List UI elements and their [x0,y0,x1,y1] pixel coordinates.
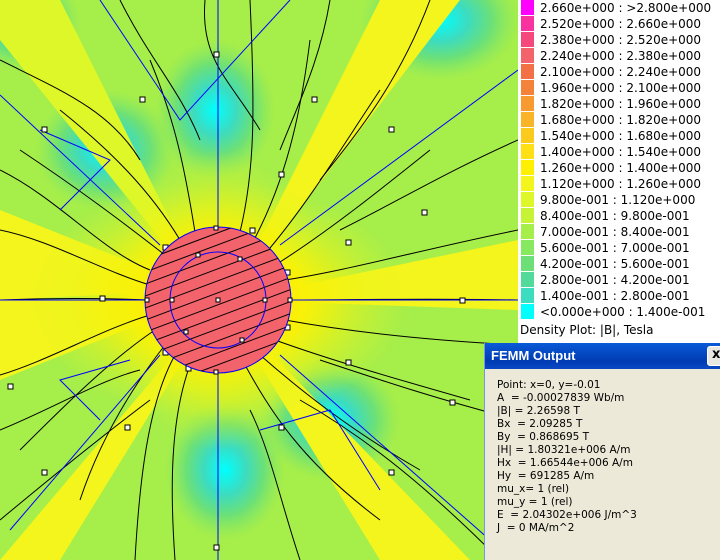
femm-output-window[interactable]: FEMM Output x Point: x=0, y=-0.01 A = -0.… [484,343,720,560]
legend-swatch [521,16,534,31]
legend-label: 1.960e+000 : 2.100e+000 [540,81,702,95]
legend-label: 1.400e-001 : 2.800e-001 [540,289,690,303]
legend-row: 8.400e-001 : 9.800e-001 [518,208,720,224]
legend-label: 9.800e-001 : 1.120e+000 [540,193,696,207]
readout-line: |H| = 1.80321e+006 A/m [497,444,631,456]
legend-label: 1.540e+000 : 1.680e+000 [540,129,702,143]
legend-label: 2.100e+000 : 2.240e+000 [540,65,702,79]
legend-label: 8.400e-001 : 9.800e-001 [540,209,690,223]
readout-line: J = 0 MA/m^2 [497,522,575,534]
readout-line: By = 0.868695 T [497,431,590,443]
density-legend: 2.660e+000 : >2.800e+000 2.520e+000 : 2.6… [518,0,720,343]
readout-line: Hy = 691285 A/m [497,470,595,482]
legend-swatch [521,256,534,271]
readout-line: Point: x=0, y=-0.01 [497,379,601,391]
readout-line: Bx = 2.09285 T [497,418,583,430]
legend-swatch [521,192,534,207]
legend-row: 1.120e+000 : 1.260e+000 [518,176,720,192]
legend-label: 1.260e+000 : 1.400e+000 [540,161,702,175]
legend-caption: Density Plot: |B|, Tesla [520,323,654,337]
output-readout: Point: x=0, y=-0.01 A = -0.00027839 Wb/m |… [497,379,637,535]
legend-swatch [521,0,534,15]
legend-row: 2.800e-001 : 4.200e-001 [518,272,720,288]
legend-swatch [521,48,534,63]
legend-label: <0.000e+000 : 1.400e-001 [540,305,706,319]
legend-row: <0.000e+000 : 1.400e-001 [518,304,720,320]
legend-swatch [521,240,534,255]
legend-swatch [521,224,534,239]
legend-label: 2.240e+000 : 2.380e+000 [540,49,702,63]
legend-swatch [521,208,534,223]
legend-label: 7.000e-001 : 8.400e-001 [540,225,690,239]
legend-label: 2.800e-001 : 4.200e-001 [540,273,690,287]
legend-row: 2.100e+000 : 2.240e+000 [518,64,720,80]
legend-row: 1.400e+000 : 1.540e+000 [518,144,720,160]
legend-swatch [521,80,534,95]
readout-line: Hx = 1.66544e+006 A/m [497,457,633,469]
legend-label: 2.660e+000 : >2.800e+000 [540,1,712,15]
legend-row: 1.960e+000 : 2.100e+000 [518,80,720,96]
legend-row: 7.000e-001 : 8.400e-001 [518,224,720,240]
legend-row: 2.520e+000 : 2.660e+000 [518,16,720,32]
readout-line: |B| = 2.26598 T [497,405,580,417]
legend-row: 5.600e-001 : 7.000e-001 [518,240,720,256]
readout-line: mu_x= 1 (rel) [497,483,570,495]
legend-row: 2.380e+000 : 2.520e+000 [518,32,720,48]
legend-swatch [521,112,534,127]
legend-label: 1.120e+000 : 1.260e+000 [540,177,702,191]
legend-label: 5.600e-001 : 7.000e-001 [540,241,690,255]
output-title: FEMM Output [491,348,576,363]
legend-swatch [521,32,534,47]
legend-swatch [521,272,534,287]
legend-row: 1.260e+000 : 1.400e+000 [518,160,720,176]
close-button[interactable]: x [707,346,720,366]
output-titlebar[interactable]: FEMM Output x [485,343,720,369]
readout-line: mu_y = 1 (rel) [497,496,573,508]
close-icon: x [712,347,720,362]
legend-row: 1.400e-001 : 2.800e-001 [518,288,720,304]
legend-label: 2.520e+000 : 2.660e+000 [540,17,702,31]
legend-swatch [521,128,534,143]
legend-row: 9.800e-001 : 1.120e+000 [518,192,720,208]
readout-line: A = -0.00027839 Wb/m [497,392,625,404]
legend-swatch [521,64,534,79]
legend-row: 2.240e+000 : 2.380e+000 [518,48,720,64]
legend-row: 1.820e+000 : 1.960e+000 [518,96,720,112]
readout-line: E = 2.04302e+006 J/m^3 [497,509,637,521]
legend-label: 1.820e+000 : 1.960e+000 [540,97,702,111]
legend-swatch [521,288,534,303]
legend-row: 1.680e+000 : 1.820e+000 [518,112,720,128]
legend-swatch [521,304,534,319]
legend-swatch [521,160,534,175]
legend-row: 4.200e-001 : 5.600e-001 [518,256,720,272]
legend-row: 2.660e+000 : >2.800e+000 [518,0,720,16]
legend-label: 4.200e-001 : 5.600e-001 [540,257,690,271]
legend-row: 1.540e+000 : 1.680e+000 [518,128,720,144]
density-plot[interactable] [0,0,518,560]
legend-swatch [521,96,534,111]
legend-swatch [521,176,534,191]
legend-swatch [521,144,534,159]
legend-label: 1.680e+000 : 1.820e+000 [540,113,702,127]
legend-label: 2.380e+000 : 2.520e+000 [540,33,702,47]
legend-label: 1.400e+000 : 1.540e+000 [540,145,702,159]
